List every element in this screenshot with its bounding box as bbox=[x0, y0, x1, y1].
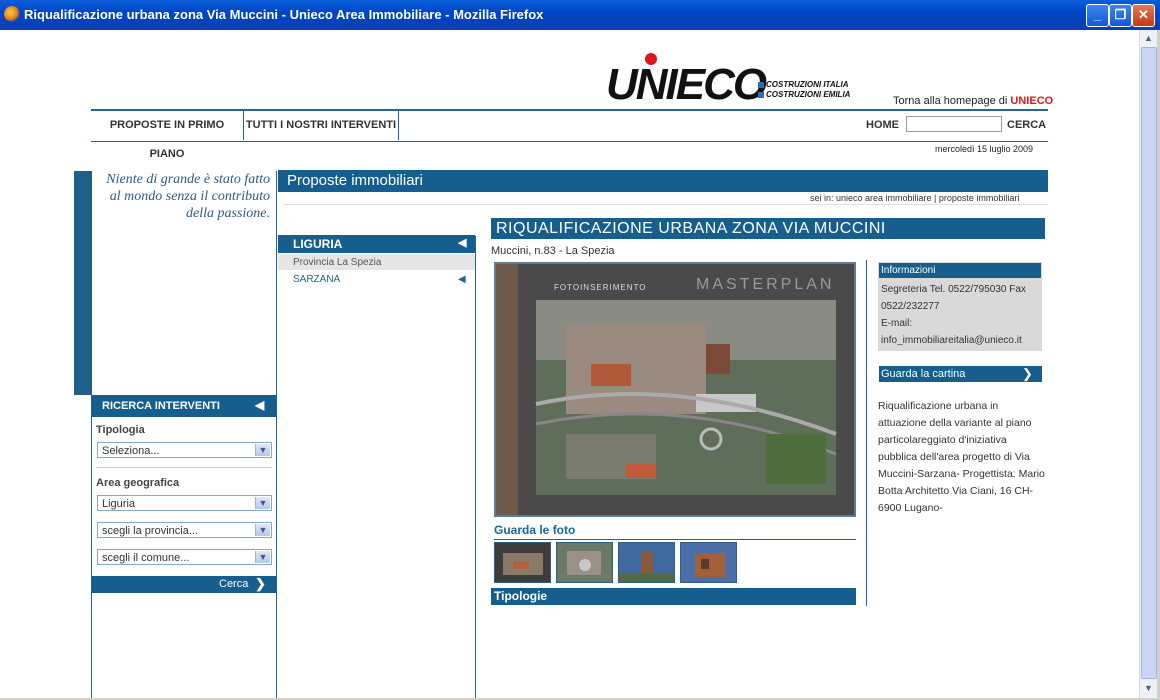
right-divider bbox=[866, 260, 867, 606]
comune-value: scegli il comune... bbox=[102, 552, 190, 564]
chevron-down-icon[interactable]: ▼ bbox=[255, 551, 270, 563]
chevron-down-icon[interactable]: ▼ bbox=[255, 497, 270, 509]
logo-sub-italia: COSTRUZIONI ITALIA bbox=[766, 80, 849, 89]
town-link[interactable]: SARZANA bbox=[293, 274, 340, 285]
search-panel-title: RICERCA INTERVENTI bbox=[102, 400, 220, 412]
thumbnail-image bbox=[681, 543, 736, 582]
thumbnail-image bbox=[495, 543, 550, 582]
divider bbox=[96, 467, 272, 468]
arrow-right-icon: ❯ bbox=[1022, 366, 1033, 381]
comune-select[interactable]: scegli il comune... ▼ bbox=[97, 549, 272, 565]
logo-square bbox=[758, 82, 764, 88]
section-title: Proposte immobiliari bbox=[287, 172, 423, 189]
region-header[interactable]: LIGURIA ◀ bbox=[278, 235, 475, 253]
photo-caption-left: FOTOINSERIMENTO bbox=[554, 283, 647, 292]
property-address: Muccini, n.83 - La Spezia bbox=[491, 245, 615, 257]
info-email[interactable]: info_immobiliareitalia@unieco.it bbox=[881, 335, 1022, 346]
quote-text: Niente di grande è stato fatto al mondo … bbox=[106, 172, 270, 221]
scroll-up-icon[interactable]: ▲ bbox=[1142, 31, 1155, 45]
info-fax: 0522/232277 bbox=[881, 301, 940, 312]
vertical-scrollbar[interactable]: ▲ ▼ bbox=[1139, 30, 1157, 698]
page-content: UNIECO COSTRUZIONI ITALIA COSTRUZIONI EM… bbox=[0, 30, 1139, 698]
region-label: LIGURIA bbox=[293, 237, 343, 251]
photos-link[interactable]: Guarda le foto bbox=[494, 523, 575, 537]
left-accent-bar bbox=[74, 171, 92, 395]
homepage-link[interactable]: Torna alla homepage di UNIECO bbox=[893, 95, 1053, 107]
property-title-bar: RIQUALIFICAZIONE URBANA ZONA VIA MUCCINI bbox=[491, 218, 1045, 239]
info-header: Informazioni bbox=[879, 263, 1041, 278]
provincia-select[interactable]: scegli la provincia... ▼ bbox=[97, 522, 272, 538]
logo-square bbox=[758, 92, 764, 98]
search-panel-header: RICERCA INTERVENTI ◀ bbox=[92, 395, 276, 417]
photo-caption-right: MASTERPLAN bbox=[696, 276, 835, 293]
maximize-button[interactable]: ❐ bbox=[1109, 4, 1132, 27]
current-date: mercoledì 15 luglio 2009 bbox=[935, 144, 1034, 154]
info-phone: Segreteria Tel. 0522/795030 Fax bbox=[881, 284, 1026, 295]
search-submit-label: Cerca bbox=[219, 578, 249, 590]
province-label: Provincia La Spezia bbox=[293, 257, 382, 268]
info-email-label: E-mail: bbox=[881, 318, 913, 329]
close-button[interactable]: ✕ bbox=[1132, 4, 1155, 27]
scrollbar-thumb[interactable] bbox=[1141, 47, 1157, 679]
divider bbox=[494, 539, 856, 540]
photo-thumbnail[interactable] bbox=[618, 542, 675, 583]
aerial-photo-image bbox=[496, 264, 854, 515]
scroll-down-icon[interactable]: ▼ bbox=[1142, 681, 1155, 695]
photo-thumbnail[interactable] bbox=[680, 542, 737, 583]
property-photo[interactable]: FOTOINSERIMENTO MASTERPLAN bbox=[494, 262, 856, 517]
info-title: Informazioni bbox=[881, 265, 936, 276]
triangle-left-icon: ◀ bbox=[458, 274, 466, 285]
map-button[interactable]: Guarda la cartina ❯ bbox=[879, 366, 1042, 382]
area-label: Area geografica bbox=[96, 477, 180, 489]
divider bbox=[284, 204, 1048, 205]
chevron-down-icon[interactable]: ▼ bbox=[255, 524, 270, 536]
unieco-logo[interactable]: UNIECO bbox=[606, 60, 767, 110]
column-divider bbox=[475, 236, 476, 698]
area-select[interactable]: Liguria ▼ bbox=[97, 495, 272, 511]
window-title-bar[interactable]: Riqualificazione urbana zona Via Muccini… bbox=[0, 0, 1160, 30]
nav-proposte-primo-piano[interactable]: PROPOSTE IN PRIMO PIANO bbox=[91, 111, 244, 160]
property-title: RIQUALIFICAZIONE URBANA ZONA VIA MUCCINI bbox=[496, 220, 886, 237]
column-divider bbox=[276, 171, 277, 698]
map-button-label: Guarda la cartina bbox=[881, 368, 966, 380]
logo-sub-emilia: COSTRUZIONI EMILIA bbox=[766, 90, 851, 99]
search-input[interactable] bbox=[906, 116, 1002, 132]
photo-thumbnail[interactable] bbox=[494, 542, 551, 583]
triangle-left-icon: ◀ bbox=[458, 237, 467, 249]
property-description: Riqualificazione urbana in attuazione de… bbox=[878, 400, 1045, 514]
arrow-right-icon: ❯ bbox=[255, 576, 266, 591]
breadcrumb[interactable]: sei in: unieco area immobiliare | propos… bbox=[810, 193, 1019, 203]
photo-thumbnail[interactable] bbox=[556, 542, 613, 583]
left-divider bbox=[91, 395, 92, 698]
top-nav: PROPOSTE IN PRIMO PIANO TUTTI I NOSTRI I… bbox=[91, 109, 1048, 160]
window-title: Riqualificazione urbana zona Via Muccini… bbox=[24, 7, 544, 22]
search-submit-button[interactable]: Cerca ❯ bbox=[92, 576, 276, 593]
tipologie-header: Tipologie bbox=[491, 588, 856, 605]
tipologia-select[interactable]: Seleziona... ▼ bbox=[97, 442, 272, 458]
tipologia-value: Seleziona... bbox=[102, 445, 160, 457]
triangle-left-icon: ◀ bbox=[255, 398, 265, 412]
chevron-down-icon[interactable]: ▼ bbox=[255, 444, 270, 456]
province-row[interactable]: Provincia La Spezia bbox=[278, 254, 475, 270]
homepage-link-prefix: Torna alla homepage di bbox=[893, 95, 1008, 107]
nav-home[interactable]: HOME bbox=[866, 111, 899, 140]
nav-tutti-interventi[interactable]: TUTTI I NOSTRI INTERVENTI bbox=[244, 111, 399, 140]
firefox-icon bbox=[4, 6, 20, 22]
info-box: Informazioni Segreteria Tel. 0522/795030… bbox=[878, 262, 1042, 351]
provincia-value: scegli la provincia... bbox=[102, 525, 198, 537]
thumbnail-image bbox=[557, 543, 612, 582]
minimize-button[interactable]: _ bbox=[1086, 4, 1109, 27]
thumbnail-image bbox=[619, 543, 674, 582]
tipologie-label: Tipologie bbox=[494, 589, 548, 603]
search-button[interactable]: CERCA bbox=[1007, 111, 1046, 140]
section-header: Proposte immobiliari bbox=[278, 170, 1048, 192]
tipologia-label: Tipologia bbox=[96, 424, 145, 436]
homepage-link-brand[interactable]: UNIECO bbox=[1010, 95, 1053, 107]
area-value: Liguria bbox=[102, 498, 136, 510]
